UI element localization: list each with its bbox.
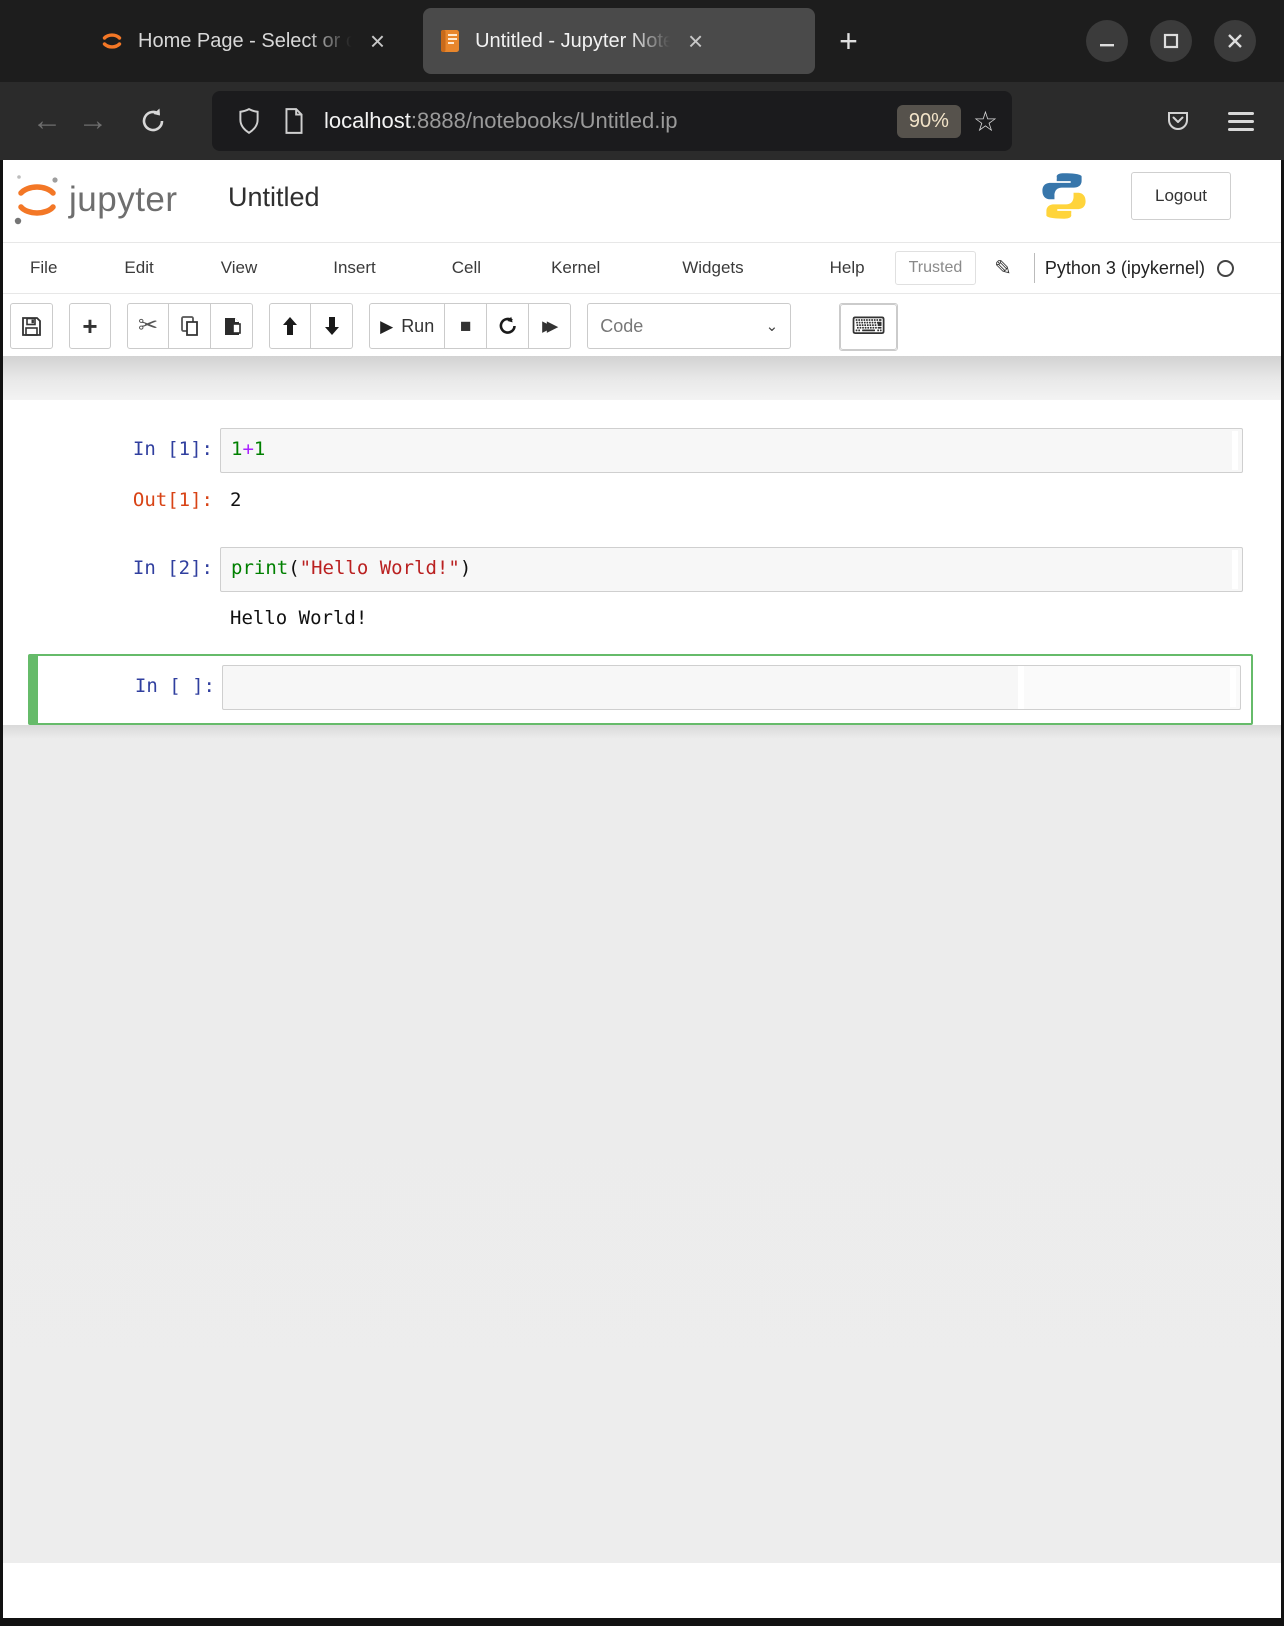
save-button[interactable]	[10, 303, 53, 349]
page-info-icon[interactable]	[282, 107, 306, 135]
code-input-empty[interactable]	[222, 665, 1241, 710]
stop-icon: ■	[460, 317, 471, 336]
move-cell-up-button[interactable]	[269, 303, 311, 349]
url-host: localhost	[324, 108, 411, 133]
url-text: localhost:8888/notebooks/Untitled.ip	[324, 108, 897, 134]
arrow-down-icon	[323, 316, 341, 336]
output-text: Hello World!	[230, 607, 367, 629]
arrow-up-icon	[281, 316, 299, 336]
cell-type-dropdown[interactable]: Code ⌄	[587, 303, 791, 349]
menu-kernel[interactable]: Kernel	[539, 258, 612, 278]
run-button[interactable]: ▶ Run	[369, 303, 445, 349]
tracking-protection-shield-icon[interactable]	[236, 107, 262, 135]
output-prompt: Out[1]:	[3, 489, 213, 511]
edit-mode-pencil-icon: ✎	[994, 256, 1012, 281]
menu-insert[interactable]: Insert	[321, 258, 388, 278]
jupyter-notebook-page: jupyter Untitled Logout File Edit View I…	[3, 160, 1281, 1618]
cut-cell-button[interactable]: ✂	[127, 303, 169, 349]
add-cell-button[interactable]: +	[69, 303, 111, 349]
restart-kernel-button[interactable]	[487, 303, 529, 349]
tab-title: Home Page - Select or c	[138, 30, 356, 53]
output-row-1: Out[1]: 2	[3, 489, 1281, 511]
notebook-top-gap	[3, 356, 1281, 400]
divider	[1034, 253, 1035, 283]
notebook-area: In [1]: 1+1 Out[1]: 2 In [2]: print("Hel…	[3, 400, 1281, 725]
tab-close-icon[interactable]: ×	[370, 28, 385, 54]
notebook-header: jupyter Untitled Logout	[3, 160, 1281, 242]
browser-tab-bar: Home Page - Select or c × Untitled - Jup…	[0, 0, 1284, 82]
menu-file[interactable]: File	[18, 258, 69, 278]
input-prompt: In [1]:	[3, 428, 213, 473]
command-palette-button[interactable]: ⌨	[840, 304, 897, 350]
copy-cell-button[interactable]	[169, 303, 211, 349]
pocket-icon[interactable]	[1164, 107, 1192, 135]
paste-icon	[222, 315, 242, 337]
notebook-favicon-icon	[439, 29, 461, 53]
kernel-idle-indicator-icon	[1217, 260, 1234, 277]
new-tab-button[interactable]: +	[839, 23, 858, 60]
menu-edit[interactable]: Edit	[112, 258, 165, 278]
paste-cell-button[interactable]	[211, 303, 253, 349]
notebook-menubar: File Edit View Insert Cell Kernel Widget…	[3, 242, 1281, 294]
page-background	[3, 725, 1281, 1563]
logout-button[interactable]: Logout	[1131, 172, 1231, 220]
tab-title: Untitled - Jupyter Note	[475, 30, 674, 53]
interrupt-kernel-button[interactable]: ■	[445, 303, 487, 349]
plus-icon: +	[82, 313, 97, 339]
menu-help[interactable]: Help	[818, 258, 877, 278]
output-row-2: Hello World!	[3, 607, 1281, 629]
url-bar[interactable]: localhost:8888/notebooks/Untitled.ip 90%…	[212, 91, 1012, 151]
jupyter-logo-text: jupyter	[69, 180, 178, 220]
menu-hamburger-icon[interactable]	[1228, 107, 1254, 136]
menu-view[interactable]: View	[209, 258, 270, 278]
window-close-button[interactable]	[1214, 20, 1256, 62]
fast-forward-icon: ▶▶	[542, 319, 557, 334]
bookmark-star-icon[interactable]: ☆	[973, 105, 998, 138]
notebook-toolbar: + ✂	[3, 294, 1281, 356]
kernel-name[interactable]: Python 3 (ipykernel)	[1045, 258, 1205, 279]
chevron-down-icon: ⌄	[766, 317, 779, 335]
move-cell-down-button[interactable]	[311, 303, 353, 349]
selected-empty-cell[interactable]: In [ ]:	[28, 654, 1253, 725]
output-prompt	[3, 607, 213, 629]
restart-icon	[498, 316, 518, 336]
tab-close-icon[interactable]: ×	[688, 28, 703, 54]
input-prompt: In [2]:	[3, 547, 213, 592]
scissors-icon: ✂	[138, 314, 158, 338]
url-path: :8888/notebooks/Untitled.ip	[411, 108, 678, 133]
input-prompt: In [ ]:	[30, 665, 215, 710]
code-cell-2: In [2]: print("Hello World!")	[3, 547, 1281, 592]
jupyter-logo[interactable]: jupyter	[11, 172, 178, 228]
keyboard-icon: ⌨	[851, 315, 886, 339]
menu-cell[interactable]: Cell	[440, 258, 493, 278]
tab-home-page[interactable]: Home Page - Select or c ×	[84, 8, 401, 74]
code-cell-1: In [1]: 1+1	[3, 428, 1281, 473]
play-icon: ▶	[380, 318, 393, 335]
back-button[interactable]: ←	[24, 104, 70, 138]
tab-untitled-notebook[interactable]: Untitled - Jupyter Note ×	[423, 8, 815, 74]
browser-toolbar: ← → localhost:8888/notebooks/Untitled.ip…	[0, 82, 1284, 160]
code-input[interactable]: print("Hello World!")	[220, 547, 1243, 592]
forward-button[interactable]: →	[70, 104, 116, 138]
jupyter-favicon-icon	[100, 29, 124, 53]
restart-run-all-button[interactable]: ▶▶	[529, 303, 571, 349]
reload-button[interactable]	[130, 106, 176, 136]
python-logo-icon	[1039, 170, 1089, 222]
output-text: 2	[230, 489, 241, 511]
window-maximize-button[interactable]	[1150, 20, 1192, 62]
notebook-title[interactable]: Untitled	[228, 182, 320, 213]
code-input[interactable]: 1+1	[220, 428, 1243, 473]
copy-icon	[180, 315, 200, 337]
zoom-level-badge[interactable]: 90%	[897, 105, 961, 138]
window-minimize-button[interactable]	[1086, 20, 1128, 62]
menu-widgets[interactable]: Widgets	[670, 258, 755, 278]
trusted-badge[interactable]: Trusted	[895, 251, 977, 285]
